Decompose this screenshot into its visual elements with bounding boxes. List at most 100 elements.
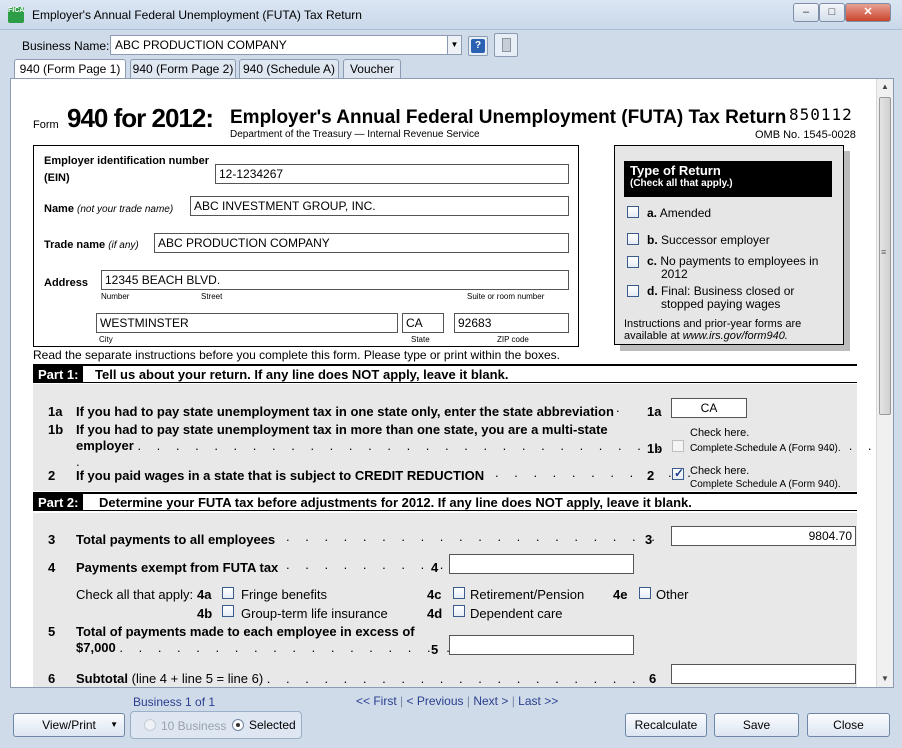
tab-voucher[interactable]: Voucher [343, 59, 401, 78]
scrollbar-grip-icon: ≡ [881, 247, 887, 257]
tab-940-form-page-1[interactable]: 940 (Form Page 1) [14, 59, 126, 79]
other-label: Other [656, 587, 689, 602]
city-field[interactable]: WESTMINSTER [96, 313, 398, 333]
successor-employer-checkbox[interactable] [627, 233, 639, 245]
successor-letter: b. [647, 233, 658, 247]
view-print-button[interactable]: View/Print ▼ [13, 713, 125, 737]
final-return-checkbox[interactable] [627, 285, 639, 297]
no-payments-text-1: No payments to employees in [660, 254, 819, 268]
address-label: Address [44, 277, 89, 289]
calculator-button[interactable] [494, 33, 518, 57]
help-icon: ? [471, 39, 485, 53]
title-bar: FICA Employer's Annual Federal Unemploym… [0, 0, 902, 30]
scroll-down-arrow-icon[interactable]: ▼ [877, 671, 893, 687]
ein-field[interactable]: 12-1234267 [215, 164, 569, 184]
line-4-num-right: 4 [431, 560, 439, 575]
check-all-label: Check all that apply: [76, 587, 194, 602]
close-button[interactable]: Close [807, 713, 890, 737]
retirement-pension-checkbox[interactable] [453, 587, 465, 599]
save-button[interactable]: Save [714, 713, 799, 737]
scroll-up-arrow-icon[interactable]: ▲ [877, 79, 893, 95]
line-2-credit-reduction-checkbox[interactable] [672, 466, 684, 480]
view-print-label: View/Print [42, 718, 96, 732]
fringe-benefits-checkbox[interactable] [222, 587, 234, 599]
line-3-total-payments-field[interactable]: 9804.70 [671, 526, 856, 546]
line-1a-num: 1a [48, 404, 63, 419]
last-link[interactable]: Last >> [518, 694, 558, 708]
line-4-text: Payments exempt from FUTA tax [76, 560, 279, 575]
zip-caption: ZIP code [497, 335, 529, 344]
street-field[interactable]: 12345 BEACH BLVD. [101, 270, 569, 290]
no-payments-checkbox[interactable] [627, 256, 639, 268]
dropdown-arrow-icon[interactable]: ▼ [447, 36, 461, 54]
first-link[interactable]: << First [356, 694, 397, 708]
business-name-select[interactable]: ABC PRODUCTION COMPANY ▼ [110, 35, 462, 55]
type-of-return-title: Type of Return [630, 163, 721, 178]
business-name-value: ABC PRODUCTION COMPANY [115, 38, 287, 52]
form-word: Form [33, 119, 59, 131]
form-title: Employer's Annual Federal Unemployment (… [230, 107, 787, 128]
retirement-pension-label: Retirement/Pension [470, 587, 585, 602]
dependent-care-checkbox[interactable] [453, 605, 465, 617]
group-term-life-label: Group-term life insurance [241, 606, 388, 621]
nav-separator: | [511, 694, 515, 708]
line-1b-num: 1b [48, 422, 64, 437]
dropdown-arrow-icon: ▼ [110, 720, 118, 729]
line-6-subtotal-field[interactable] [671, 664, 856, 684]
tab-940-form-page-2[interactable]: 940 (Form Page 2) [130, 59, 236, 78]
group-term-life-checkbox[interactable] [222, 605, 234, 617]
trade-name-label-row: Trade name (if any) [44, 239, 139, 251]
name-field[interactable]: ABC INVESTMENT GROUP, INC. [190, 196, 569, 216]
part-2-tag: Part 2: [33, 494, 84, 511]
amended-checkbox[interactable] [627, 206, 639, 218]
line-1a-dot: . [616, 400, 620, 415]
line-5-excess-payments-field[interactable] [449, 635, 634, 655]
line-1a-state-field[interactable]: CA [671, 398, 747, 418]
help-button[interactable]: ? [468, 36, 488, 56]
zip-field[interactable]: 92683 [454, 313, 569, 333]
business-name-label: Business Name: [22, 39, 110, 53]
state-field[interactable]: CA [402, 313, 444, 333]
successor-text: Successor employer [661, 233, 770, 247]
form-number: 940 for 2012: [67, 103, 214, 133]
part-1-tag: Part 1: [33, 366, 84, 383]
other-checkbox[interactable] [639, 587, 651, 599]
no-payments-text-2: 2012 [661, 267, 688, 281]
line-4-num: 4 [48, 560, 56, 575]
business-count: Business 1 of 1 [133, 695, 216, 709]
line-1a-num-right: 1a [647, 404, 662, 419]
tab-940-schedule-a[interactable]: 940 (Schedule A) [239, 59, 339, 78]
fringe-benefits-label: Fringe benefits [241, 587, 327, 602]
line-4e-num: 4e [613, 587, 628, 602]
selected-label: Selected [249, 718, 296, 732]
minimize-button[interactable]: – [793, 3, 819, 22]
line-5-text-2: $7,000 [76, 640, 116, 655]
line-1b-checkbox[interactable] [672, 440, 684, 452]
line-1b-text-1: If you had to pay state unemployment tax… [76, 422, 608, 437]
irs-url-link[interactable]: www.irs.gov/form940. [683, 330, 788, 342]
line-6-num: 6 [48, 671, 56, 686]
line-6-num-right: 6 [649, 671, 657, 686]
selected-radio[interactable] [232, 719, 244, 731]
next-link[interactable]: Next > [473, 694, 508, 708]
final-text-1: Final: Business closed or [661, 284, 795, 298]
previous-link[interactable]: < Previous [407, 694, 464, 708]
vertical-scrollbar[interactable]: ▲ ≡ ▼ [876, 79, 893, 687]
line-2-num-right: 2 [647, 468, 655, 483]
successor-employer-label: b. Successor employer [647, 233, 770, 247]
instructions-note-1: Instructions and prior-year forms are [624, 318, 802, 330]
line-4-exempt-payments-field[interactable] [449, 554, 634, 574]
trade-name-field[interactable]: ABC PRODUCTION COMPANY [154, 233, 569, 253]
line-4a-num: 4a [197, 587, 212, 602]
window-title: Employer's Annual Federal Unemployment (… [32, 8, 362, 22]
no-payments-letter: c. [647, 254, 658, 268]
street-caption: Street [201, 292, 223, 301]
record-navigation: << First | < Previous | Next > | Last >> [356, 694, 558, 708]
all-businesses-label: 10 Business [161, 719, 227, 733]
maximize-button[interactable]: □ [819, 3, 845, 22]
all-businesses-radio[interactable] [144, 719, 156, 731]
close-window-button[interactable]: ✕ [845, 3, 891, 22]
amended-letter: a. [647, 206, 658, 220]
line-4-dots: . . . . . . . . . . [286, 557, 469, 572]
recalculate-button[interactable]: Recalculate [625, 713, 707, 737]
